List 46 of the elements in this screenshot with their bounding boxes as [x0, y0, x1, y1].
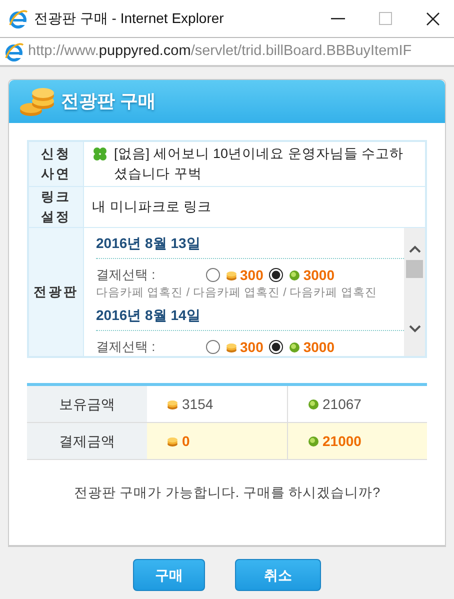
- price-amount: 3000: [303, 266, 335, 284]
- clover-icon: [92, 146, 108, 162]
- scroll-up-icon: [408, 244, 422, 254]
- coin-icon: [226, 342, 237, 352]
- balance-amount: 3154: [182, 394, 214, 414]
- balance-label: 결제금액: [27, 423, 147, 459]
- story-text: [없음] 세어보니 10년이네요 운영자님들 수고하셨습니다 꾸벅: [114, 145, 405, 183]
- browser-logo-icon: [8, 8, 28, 28]
- cancel-button[interactable]: 취소: [235, 559, 321, 591]
- coins-icon: [19, 86, 57, 116]
- dialog-title: 전광판 구매: [61, 90, 156, 113]
- gem-icon: [289, 342, 300, 352]
- field-label: 신청 사연: [29, 142, 84, 186]
- price-amount: 300: [240, 266, 264, 284]
- minimize-icon[interactable]: [331, 18, 345, 20]
- billboard-note: 다음카페 엽혹진 / 다음카페 엽혹진 / 다음카페 엽혹진: [96, 287, 378, 300]
- field-label: 전광판: [29, 228, 84, 356]
- browser-logo-icon: [4, 42, 24, 62]
- balance-amount: 0: [182, 432, 190, 450]
- window-title: 전광판 구매 - Internet Explorer: [34, 9, 224, 28]
- price-amount: 300: [240, 338, 264, 356]
- balance-label: 보유금액: [27, 386, 147, 422]
- coin-icon: [226, 270, 237, 280]
- price-amount: 3000: [303, 338, 335, 356]
- gem-icon: [289, 270, 300, 280]
- coin-icon: [167, 436, 178, 446]
- buy-button[interactable]: 구매: [133, 559, 205, 591]
- coin-icon: [167, 398, 178, 410]
- field-label: 링크 설정: [29, 187, 84, 227]
- payment-label: 결제선택 :: [96, 338, 156, 356]
- radio-button[interactable]: [206, 340, 220, 354]
- radio-button[interactable]: [269, 268, 284, 282]
- date-heading: 2016년 8월 14일: [96, 306, 202, 324]
- confirm-message: 전광판 구매가 가능합니다. 구매를 하시겠습니까?: [72, 484, 382, 502]
- gem-icon: [308, 398, 318, 410]
- balance-amount: 21000: [322, 432, 362, 450]
- close-icon[interactable]: [426, 12, 440, 26]
- radio-button[interactable]: [206, 268, 220, 282]
- balance-amount: 21067: [322, 394, 362, 414]
- link-setting-text: 내 미니파크로 링크: [91, 198, 213, 216]
- gem-icon: [308, 436, 318, 446]
- scrollbar-thumb[interactable]: [406, 260, 423, 278]
- scroll-down-icon: [408, 324, 422, 334]
- radio-button[interactable]: [269, 340, 284, 354]
- date-heading: 2016년 8월 13일: [96, 234, 202, 252]
- payment-label: 결제선택 :: [96, 266, 156, 284]
